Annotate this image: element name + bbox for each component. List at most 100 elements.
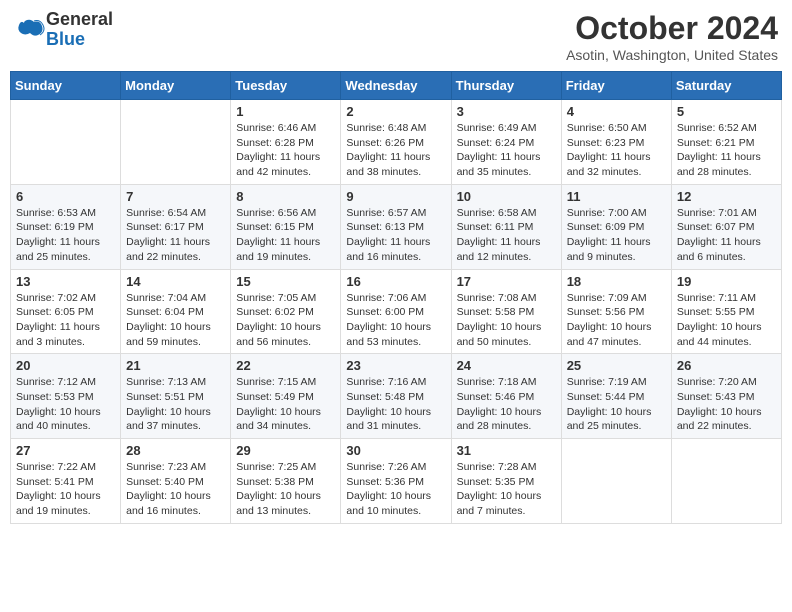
calendar-cell: 13 Sunrise: 7:02 AM Sunset: 6:05 PM Dayli… <box>11 269 121 354</box>
calendar-cell <box>11 100 121 185</box>
calendar-cell <box>561 439 671 524</box>
day-header-thursday: Thursday <box>451 72 561 100</box>
day-number: 29 <box>236 443 335 458</box>
calendar-cell: 2 Sunrise: 6:48 AM Sunset: 6:26 PM Daylig… <box>341 100 451 185</box>
logo-general-text: General <box>46 10 113 30</box>
day-info: Sunrise: 7:01 AM Sunset: 6:07 PM Dayligh… <box>677 206 776 265</box>
logo: General Blue <box>14 10 113 50</box>
calendar-cell: 16 Sunrise: 7:06 AM Sunset: 6:00 PM Dayli… <box>341 269 451 354</box>
day-number: 1 <box>236 104 335 119</box>
calendar-cell: 24 Sunrise: 7:18 AM Sunset: 5:46 PM Dayli… <box>451 354 561 439</box>
day-number: 23 <box>346 358 445 373</box>
calendar-cell <box>671 439 781 524</box>
calendar-week-row: 13 Sunrise: 7:02 AM Sunset: 6:05 PM Dayli… <box>11 269 782 354</box>
day-number: 4 <box>567 104 666 119</box>
day-info: Sunrise: 7:00 AM Sunset: 6:09 PM Dayligh… <box>567 206 666 265</box>
calendar-cell: 15 Sunrise: 7:05 AM Sunset: 6:02 PM Dayli… <box>231 269 341 354</box>
day-number: 5 <box>677 104 776 119</box>
month-title: October 2024 <box>566 10 778 47</box>
day-info: Sunrise: 6:53 AM Sunset: 6:19 PM Dayligh… <box>16 206 115 265</box>
calendar-table: SundayMondayTuesdayWednesdayThursdayFrid… <box>10 71 782 524</box>
calendar-cell: 20Sunrise: 7:12 AM Sunset: 5:53 PM Dayli… <box>11 354 121 439</box>
calendar-cell: 4 Sunrise: 6:50 AM Sunset: 6:23 PM Daylig… <box>561 100 671 185</box>
day-number: 21 <box>126 358 225 373</box>
calendar-cell: 7 Sunrise: 6:54 AM Sunset: 6:17 PM Daylig… <box>121 184 231 269</box>
day-info: Sunrise: 7:22 AM Sunset: 5:41 PM Dayligh… <box>16 460 115 519</box>
day-info: Sunrise: 6:58 AM Sunset: 6:11 PM Dayligh… <box>457 206 556 265</box>
day-info: Sunrise: 7:02 AM Sunset: 6:05 PM Dayligh… <box>16 291 115 350</box>
day-number: 10 <box>457 189 556 204</box>
calendar-cell: 30Sunrise: 7:26 AM Sunset: 5:36 PM Dayli… <box>341 439 451 524</box>
day-number: 26 <box>677 358 776 373</box>
day-number: 30 <box>346 443 445 458</box>
day-info: Sunrise: 6:57 AM Sunset: 6:13 PM Dayligh… <box>346 206 445 265</box>
day-number: 13 <box>16 274 115 289</box>
day-number: 15 <box>236 274 335 289</box>
day-number: 2 <box>346 104 445 119</box>
calendar-cell: 26 Sunrise: 7:20 AM Sunset: 5:43 PM Dayli… <box>671 354 781 439</box>
calendar-week-row: 1Sunrise: 6:46 AM Sunset: 6:28 PM Daylig… <box>11 100 782 185</box>
day-info: Sunrise: 7:04 AM Sunset: 6:04 PM Dayligh… <box>126 291 225 350</box>
day-info: Sunrise: 7:05 AM Sunset: 6:02 PM Dayligh… <box>236 291 335 350</box>
day-info: Sunrise: 6:48 AM Sunset: 6:26 PM Dayligh… <box>346 121 445 180</box>
calendar-cell: 1Sunrise: 6:46 AM Sunset: 6:28 PM Daylig… <box>231 100 341 185</box>
calendar-cell: 6 Sunrise: 6:53 AM Sunset: 6:19 PM Daylig… <box>11 184 121 269</box>
logo-text: General Blue <box>46 10 113 50</box>
day-number: 27 <box>16 443 115 458</box>
day-number: 7 <box>126 189 225 204</box>
day-info: Sunrise: 7:06 AM Sunset: 6:00 PM Dayligh… <box>346 291 445 350</box>
day-header-friday: Friday <box>561 72 671 100</box>
day-info: Sunrise: 7:15 AM Sunset: 5:49 PM Dayligh… <box>236 375 335 434</box>
day-number: 24 <box>457 358 556 373</box>
day-number: 22 <box>236 358 335 373</box>
day-info: Sunrise: 6:54 AM Sunset: 6:17 PM Dayligh… <box>126 206 225 265</box>
calendar-cell: 22 Sunrise: 7:15 AM Sunset: 5:49 PM Dayli… <box>231 354 341 439</box>
calendar-week-row: 20Sunrise: 7:12 AM Sunset: 5:53 PM Dayli… <box>11 354 782 439</box>
day-info: Sunrise: 7:09 AM Sunset: 5:56 PM Dayligh… <box>567 291 666 350</box>
calendar-cell: 8Sunrise: 6:56 AM Sunset: 6:15 PM Daylig… <box>231 184 341 269</box>
calendar-cell: 9 Sunrise: 6:57 AM Sunset: 6:13 PM Daylig… <box>341 184 451 269</box>
day-info: Sunrise: 7:25 AM Sunset: 5:38 PM Dayligh… <box>236 460 335 519</box>
day-number: 3 <box>457 104 556 119</box>
day-number: 18 <box>567 274 666 289</box>
day-header-monday: Monday <box>121 72 231 100</box>
calendar-cell: 17 Sunrise: 7:08 AM Sunset: 5:58 PM Dayli… <box>451 269 561 354</box>
day-number: 11 <box>567 189 666 204</box>
calendar-cell: 23 Sunrise: 7:16 AM Sunset: 5:48 PM Dayli… <box>341 354 451 439</box>
title-area: October 2024 Asotin, Washington, United … <box>566 10 778 63</box>
calendar-cell: 3 Sunrise: 6:49 AM Sunset: 6:24 PM Daylig… <box>451 100 561 185</box>
day-number: 16 <box>346 274 445 289</box>
day-number: 12 <box>677 189 776 204</box>
day-number: 20 <box>16 358 115 373</box>
calendar-header-row: SundayMondayTuesdayWednesdayThursdayFrid… <box>11 72 782 100</box>
day-number: 31 <box>457 443 556 458</box>
calendar-cell: 12 Sunrise: 7:01 AM Sunset: 6:07 PM Dayli… <box>671 184 781 269</box>
day-header-tuesday: Tuesday <box>231 72 341 100</box>
day-info: Sunrise: 6:49 AM Sunset: 6:24 PM Dayligh… <box>457 121 556 180</box>
page-header: General Blue October 2024 Asotin, Washin… <box>10 10 782 63</box>
day-header-saturday: Saturday <box>671 72 781 100</box>
day-number: 19 <box>677 274 776 289</box>
day-number: 17 <box>457 274 556 289</box>
calendar-cell: 28Sunrise: 7:23 AM Sunset: 5:40 PM Dayli… <box>121 439 231 524</box>
day-number: 14 <box>126 274 225 289</box>
day-info: Sunrise: 6:52 AM Sunset: 6:21 PM Dayligh… <box>677 121 776 180</box>
calendar-cell: 29 Sunrise: 7:25 AM Sunset: 5:38 PM Dayli… <box>231 439 341 524</box>
day-info: Sunrise: 7:18 AM Sunset: 5:46 PM Dayligh… <box>457 375 556 434</box>
day-number: 6 <box>16 189 115 204</box>
calendar-cell: 19 Sunrise: 7:11 AM Sunset: 5:55 PM Dayli… <box>671 269 781 354</box>
day-info: Sunrise: 7:08 AM Sunset: 5:58 PM Dayligh… <box>457 291 556 350</box>
day-info: Sunrise: 7:16 AM Sunset: 5:48 PM Dayligh… <box>346 375 445 434</box>
day-info: Sunrise: 6:50 AM Sunset: 6:23 PM Dayligh… <box>567 121 666 180</box>
day-number: 25 <box>567 358 666 373</box>
day-number: 9 <box>346 189 445 204</box>
day-info: Sunrise: 7:20 AM Sunset: 5:43 PM Dayligh… <box>677 375 776 434</box>
logo-icon <box>16 15 46 45</box>
day-info: Sunrise: 7:13 AM Sunset: 5:51 PM Dayligh… <box>126 375 225 434</box>
day-info: Sunrise: 7:11 AM Sunset: 5:55 PM Dayligh… <box>677 291 776 350</box>
logo-blue-text: Blue <box>46 30 113 50</box>
calendar-cell: 14 Sunrise: 7:04 AM Sunset: 6:04 PM Dayli… <box>121 269 231 354</box>
calendar-body: 1Sunrise: 6:46 AM Sunset: 6:28 PM Daylig… <box>11 100 782 524</box>
calendar-week-row: 27 Sunrise: 7:22 AM Sunset: 5:41 PM Dayli… <box>11 439 782 524</box>
calendar-cell: 25Sunrise: 7:19 AM Sunset: 5:44 PM Dayli… <box>561 354 671 439</box>
